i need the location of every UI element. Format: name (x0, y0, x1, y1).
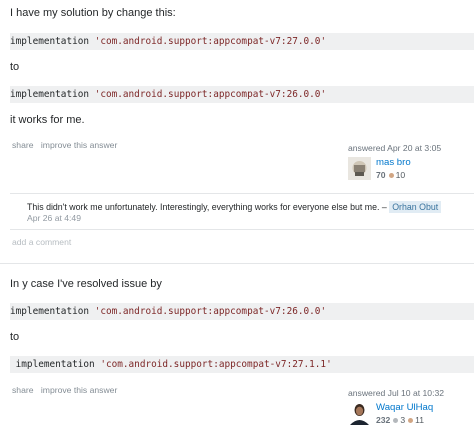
improve-answer-link[interactable]: improve this answer (41, 140, 117, 150)
reputation-score: 70 (376, 170, 386, 180)
code-keyword: implementation (10, 306, 95, 317)
avatar-image-icon (348, 157, 371, 180)
bronze-badge-icon (408, 417, 414, 423)
answer-2-user-reputation: 232 3 11 (376, 415, 424, 425)
bronze-badge-count: 10 (395, 170, 406, 180)
answer-1-code-block-2: implementation 'com.android.support:appc… (10, 86, 474, 103)
comment-divider (10, 193, 474, 194)
comment-body: This didn't work me unfortunately. Inter… (27, 201, 442, 213)
answer-2-text-intro: In y case I've resolved issue by (10, 278, 162, 290)
code-string: 'com.android.support:appcompat-v7:26.0.0… (94, 306, 327, 317)
silver-badge-count: 3 (400, 415, 406, 425)
comment-text: This didn't work me unfortunately. Inter… (27, 202, 387, 212)
bronze-badge-count: 11 (415, 415, 425, 425)
answer-1-text-intro: I have my solution by change this: (10, 7, 176, 19)
answer-1-post-menu: share improve this answer (12, 140, 122, 150)
answer-1-user-name[interactable]: mas bro (376, 157, 411, 168)
add-comment-link[interactable]: add a comment (12, 237, 71, 247)
answer-2-answered-time: answered Jul 10 at 10:32 (348, 388, 445, 398)
answer-separator (0, 263, 474, 264)
answer-1-text-outro: it works for me. (10, 114, 85, 126)
comment-user-link[interactable]: Orhan Obut (389, 201, 442, 213)
answer-2-user-name[interactable]: Waqar UlHaq (376, 402, 433, 413)
answer-1-user-reputation: 70 10 (376, 170, 405, 180)
user-avatar[interactable] (348, 402, 371, 425)
avatar-image-icon (348, 402, 371, 425)
code-keyword: implementation (10, 359, 101, 370)
comment-time: Apr 26 at 4:49 (27, 213, 81, 223)
code-string: 'com.android.support:appcompat-v7:27.0.0… (94, 36, 327, 47)
code-string: 'com.android.support:appcompat-v7:27.1.1… (100, 359, 332, 370)
answer-2-code-block-2: implementation 'com.android.support:appc… (10, 356, 474, 373)
answer-2-code-block-1: implementation 'com.android.support:appc… (10, 303, 474, 320)
answer-1-code-block-1: implementation 'com.android.support:appc… (10, 33, 474, 50)
code-keyword: implementation (10, 36, 95, 47)
bronze-badge-icon (388, 172, 394, 178)
share-link[interactable]: share (12, 385, 34, 395)
comment-divider (10, 229, 474, 230)
answer-1-answered-time: answered Apr 20 at 3:05 (348, 143, 442, 153)
code-keyword: implementation (10, 89, 95, 100)
share-link[interactable]: share (12, 140, 34, 150)
answer-1-text-to: to (10, 61, 20, 73)
improve-answer-link[interactable]: improve this answer (41, 385, 117, 395)
code-string: 'com.android.support:appcompat-v7:26.0.0… (94, 89, 327, 100)
answer-2-post-menu: share improve this answer (12, 385, 122, 395)
user-avatar[interactable] (348, 157, 371, 180)
reputation-score: 232 (376, 415, 391, 425)
silver-badge-icon (393, 417, 399, 423)
answer-2-text-to: to (10, 331, 20, 343)
